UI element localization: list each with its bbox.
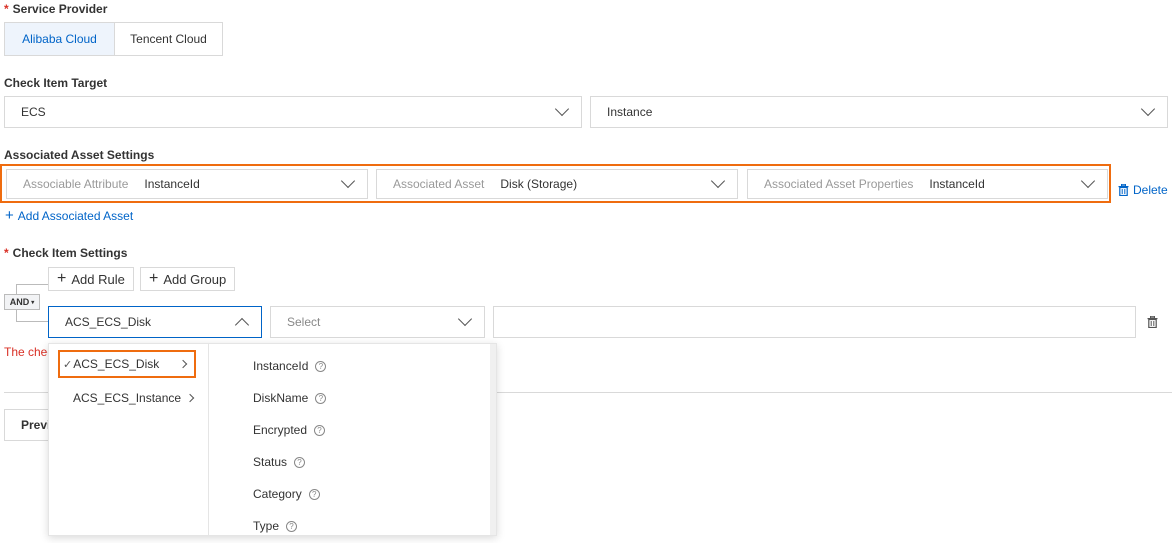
delete-label: Delete: [1133, 183, 1168, 197]
add-associated-asset-link[interactable]: + Add Associated Asset: [5, 208, 133, 223]
cascader-option-type[interactable]: Type?: [253, 510, 298, 542]
cascader-option-diskname[interactable]: DiskName?: [253, 382, 327, 414]
tencent-cloud-option[interactable]: Tencent Cloud: [115, 23, 222, 55]
help-icon: ?: [294, 456, 306, 468]
select-value: ECS: [21, 105, 46, 119]
chevron-up-icon: [234, 317, 250, 333]
cascader-left-column: ✓ ACS_ECS_Disk ACS_ECS_Instance: [49, 344, 209, 535]
validation-error-text: The chec: [4, 345, 54, 359]
associable-attribute-select[interactable]: Associable Attribute InstanceId: [6, 169, 368, 199]
help-icon: ?: [314, 424, 326, 436]
cascader-option-status[interactable]: Status?: [253, 446, 306, 478]
plus-icon: +: [149, 270, 159, 287]
check-item-target-object-select[interactable]: Instance: [590, 96, 1168, 128]
trash-icon[interactable]: [1147, 316, 1158, 328]
check-item-target-label: Check Item Target: [4, 76, 108, 90]
cascader-item-acs-ecs-instance[interactable]: ACS_ECS_Instance: [73, 382, 195, 414]
associated-asset-properties-select[interactable]: Associated Asset Properties InstanceId: [747, 169, 1108, 199]
rule-field-select[interactable]: ACS_ECS_Disk: [48, 306, 262, 338]
associated-asset-placeholder: Associated Asset: [393, 177, 485, 191]
add-rule-button[interactable]: + Add Rule: [48, 267, 134, 291]
help-icon: ?: [315, 392, 327, 404]
cascader-option-encrypted[interactable]: Encrypted?: [253, 414, 326, 446]
logic-operator-toggle[interactable]: AND ▾: [4, 294, 40, 310]
select-value: InstanceId: [929, 177, 985, 191]
select-value: InstanceId: [144, 177, 200, 191]
scrollbar[interactable]: [490, 344, 496, 535]
add-group-button[interactable]: + Add Group: [140, 267, 236, 291]
check-item-settings-label: * Check Item Settings: [4, 246, 128, 260]
chevron-down-icon: [1080, 173, 1096, 189]
select-value: Disk (Storage): [500, 177, 578, 191]
help-icon: ?: [308, 488, 320, 500]
cascader-dropdown: ✓ ACS_ECS_Disk ACS_ECS_Instance Instance…: [48, 343, 497, 536]
check-item-target-type-select[interactable]: ECS: [4, 96, 582, 128]
cascader-option-category[interactable]: Category?: [253, 478, 320, 510]
rule-operator-select[interactable]: Select: [270, 306, 485, 338]
plus-icon: +: [5, 207, 14, 224]
delete-associated-asset-button[interactable]: Delete: [1118, 183, 1168, 197]
cascader-item-acs-ecs-disk[interactable]: ✓ ACS_ECS_Disk: [58, 350, 196, 378]
service-provider-label: * Service Provider: [4, 2, 108, 16]
select-placeholder: Select: [287, 315, 321, 329]
check-icon: ✓: [63, 358, 73, 371]
associated-asset-properties-placeholder: Associated Asset Properties: [764, 177, 914, 191]
add-associated-asset-label: Add Associated Asset: [17, 208, 134, 223]
cascader-right-column: InstanceId? DiskName? Encrypted? Status?…: [210, 344, 490, 535]
caret-down-icon: ▾: [31, 299, 35, 306]
associated-asset-settings-label: Associated Asset Settings: [4, 148, 155, 162]
help-icon: ?: [315, 360, 327, 372]
chevron-down-icon: [710, 173, 726, 189]
trash-icon: [1118, 184, 1129, 196]
chevron-down-icon: [554, 101, 570, 117]
chevron-down-icon: [457, 311, 473, 327]
service-provider-segmented-control: Alibaba Cloud Tencent Cloud: [4, 22, 223, 56]
associable-attribute-placeholder: Associable Attribute: [23, 177, 129, 191]
help-icon: ?: [286, 520, 298, 532]
rule-value-input[interactable]: [493, 306, 1136, 338]
associated-asset-select[interactable]: Associated Asset Disk (Storage): [376, 169, 738, 199]
chevron-down-icon: [340, 173, 356, 189]
chevron-right-icon: [178, 359, 188, 369]
select-value: Instance: [607, 105, 653, 119]
cascader-option-instanceid[interactable]: InstanceId?: [253, 350, 327, 382]
chevron-down-icon: [1140, 101, 1156, 117]
chevron-right-icon: [185, 393, 195, 403]
plus-icon: +: [57, 270, 67, 287]
select-value: ACS_ECS_Disk: [65, 315, 152, 329]
alibaba-cloud-option[interactable]: Alibaba Cloud: [5, 23, 115, 55]
